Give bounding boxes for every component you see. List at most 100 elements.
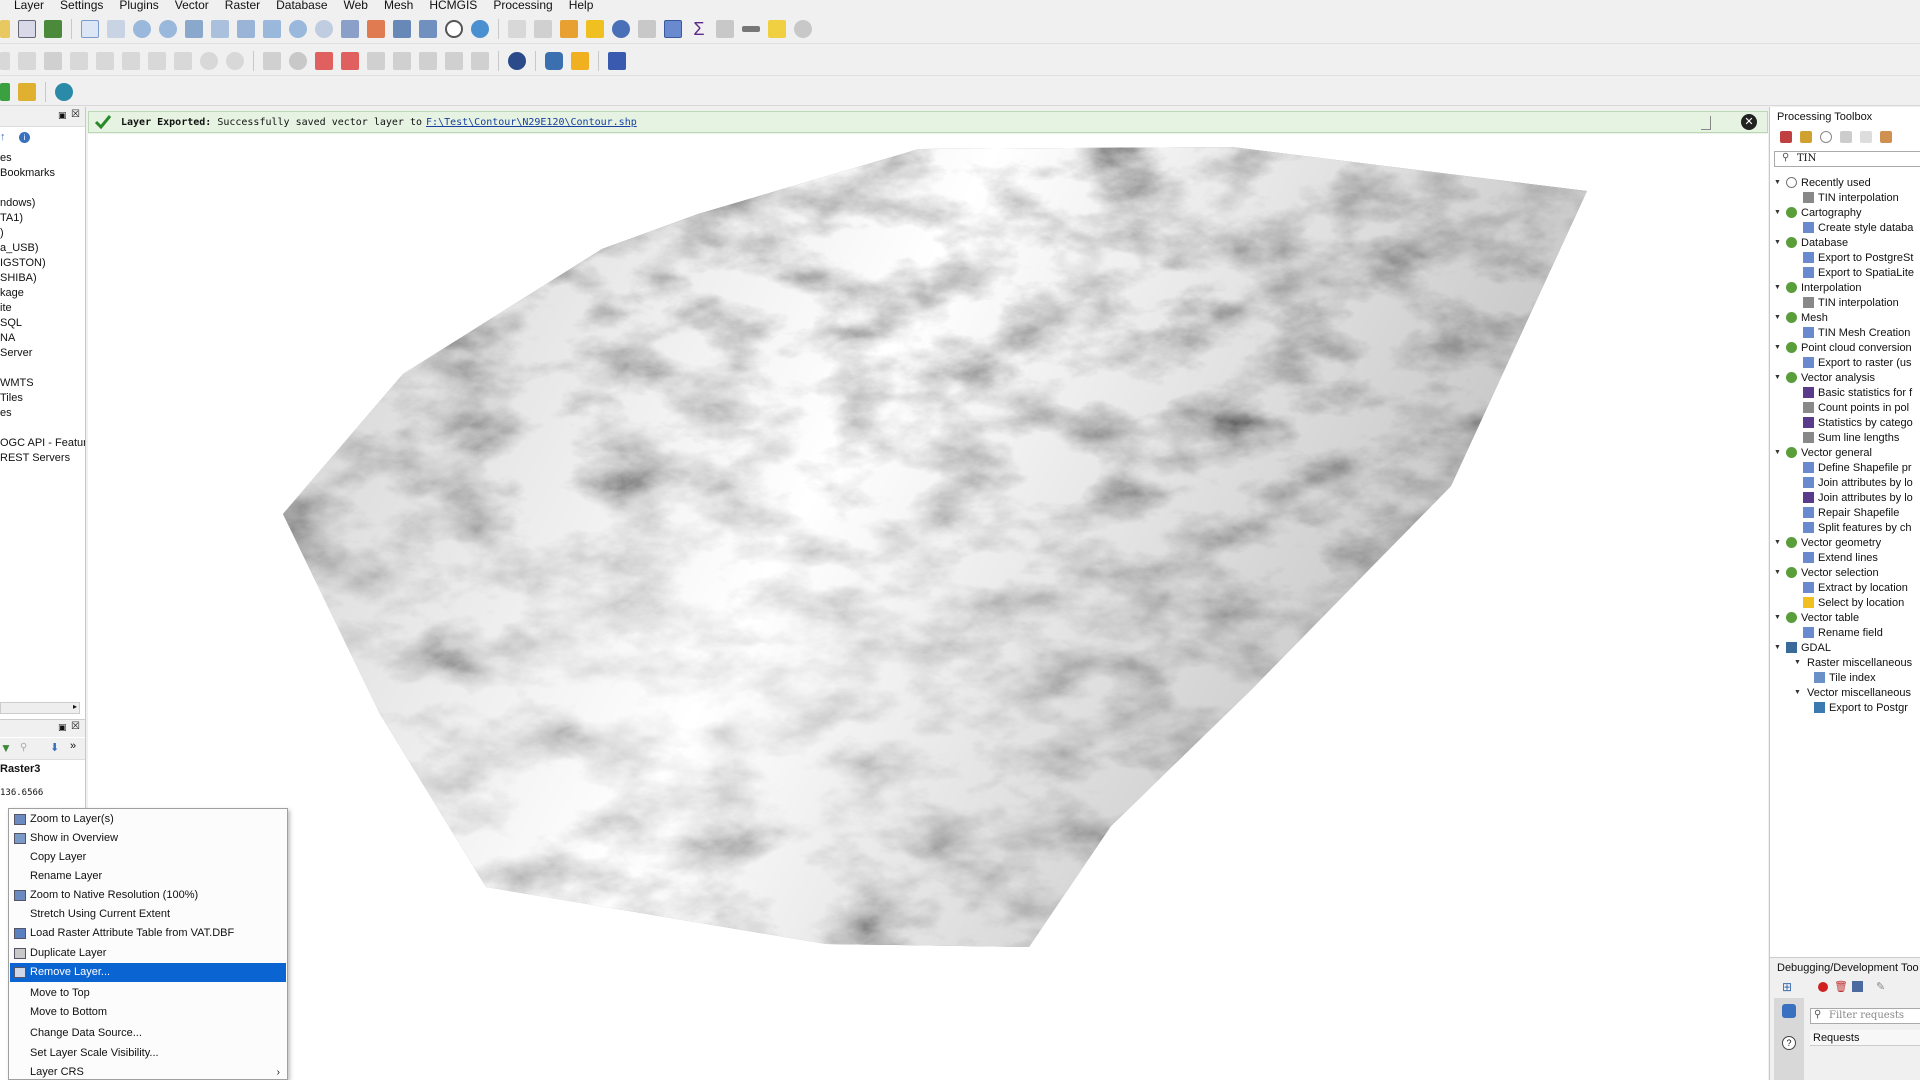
highlight-label-icon[interactable]	[315, 51, 333, 70]
browser-item[interactable]: es	[0, 406, 85, 421]
zoom-layer-icon[interactable]	[237, 19, 255, 38]
zoom-next-icon[interactable]	[315, 19, 333, 38]
new-map-view-icon[interactable]	[341, 19, 359, 38]
toolbox-algorithm[interactable]: Extend lines	[1770, 551, 1920, 565]
history-icon[interactable]	[1820, 131, 1832, 143]
zoom-native-icon[interactable]	[263, 19, 281, 38]
toolbox-algorithm[interactable]: Extract by location	[1770, 581, 1920, 595]
copy-icon[interactable]	[148, 51, 166, 70]
add-group-icon[interactable]: ⬇	[50, 741, 59, 754]
context-menu-item[interactable]: Set Layer Scale Visibility...	[10, 1044, 286, 1063]
select-location-icon[interactable]	[586, 19, 604, 38]
toolbox-group[interactable]: ▼ Vector miscellaneous	[1770, 686, 1920, 700]
context-menu-item[interactable]: Move to Bottom	[10, 1003, 286, 1022]
select-value-icon[interactable]	[534, 19, 552, 38]
expand-arrow-icon[interactable]: ▼	[1774, 176, 1781, 190]
menu-mesh[interactable]: Mesh	[376, 0, 421, 11]
toolbox-group[interactable]: ▼ Vector selection	[1770, 566, 1920, 580]
context-menu-item[interactable]: Zoom to Native Resolution (100%)	[10, 886, 286, 905]
refresh-browser-icon[interactable]: ↑	[0, 131, 6, 143]
rotate-label-icon[interactable]	[393, 51, 411, 70]
expand-arrow-icon[interactable]: ▼	[1774, 236, 1781, 250]
message-expand-icon[interactable]	[1701, 116, 1711, 130]
pin-label-icon[interactable]	[289, 51, 307, 70]
toolbox-algorithm[interactable]: Count points in pol	[1770, 401, 1920, 415]
change-label-icon[interactable]	[419, 51, 437, 70]
dock-close-icon[interactable]: ☒	[71, 109, 80, 120]
expand-arrow-icon[interactable]: ▼	[1774, 341, 1781, 355]
toolbox-group[interactable]: ▼ Cartography	[1770, 206, 1920, 220]
settings-icon[interactable]: ✎	[1876, 980, 1885, 993]
close-icon[interactable]: ✕	[1741, 114, 1757, 130]
context-menu-item[interactable]: Copy Layer	[10, 848, 286, 867]
message-file-link[interactable]: F:\Test\Contour\N29E120\Contour.shp	[426, 117, 637, 128]
edit-features-icon[interactable]	[1860, 131, 1872, 143]
toolbox-group[interactable]: ▼ Vector geometry	[1770, 536, 1920, 550]
layer-raster3[interactable]: Raster3	[0, 763, 40, 775]
label-icon[interactable]	[263, 51, 281, 70]
toolbox-algorithm[interactable]: Split features by ch	[1770, 521, 1920, 535]
browser-item[interactable]: es	[0, 151, 85, 166]
context-menu-item[interactable]: Duplicate Layer	[10, 944, 286, 963]
filter-legend-icon[interactable]: ⚲	[20, 742, 27, 753]
expand-arrow-icon[interactable]: ▼	[1774, 446, 1781, 460]
browser-item[interactable]: IGSTON)	[0, 256, 85, 271]
scroll-right-icon[interactable]: ▸	[73, 702, 77, 711]
python-console-icon[interactable]	[545, 51, 563, 70]
dock-close-icon[interactable]: ☒	[71, 721, 80, 732]
toolbox-algorithm[interactable]: Rename field	[1770, 626, 1920, 640]
toolbox-algorithm[interactable]: Basic statistics for f	[1770, 386, 1920, 400]
dock-float-icon[interactable]: ▣	[58, 722, 67, 733]
browser-item[interactable]: REST Servers	[0, 451, 85, 466]
browser-item[interactable]	[0, 421, 85, 436]
label-toolbar-icon[interactable]	[471, 51, 489, 70]
refresh-icon[interactable]	[471, 19, 489, 38]
plugin-icon[interactable]	[571, 51, 589, 70]
toolbox-algorithm[interactable]: Repair Shapefile	[1770, 506, 1920, 520]
cut-icon[interactable]	[122, 51, 140, 70]
context-menu-item[interactable]: Show in Overview	[10, 829, 286, 848]
browser-item[interactable]: SQL	[0, 316, 85, 331]
menu-database[interactable]: Database	[268, 0, 335, 11]
menu-raster[interactable]: Raster	[217, 0, 268, 11]
browser-item[interactable]: SHIBA)	[0, 271, 85, 286]
zoom-selection-icon[interactable]	[211, 19, 229, 38]
toolbox-algorithm[interactable]: Join attributes by lo	[1770, 491, 1920, 505]
context-menu-item[interactable]: Rename Layer	[10, 867, 286, 886]
browser-item[interactable]: WMTS	[0, 376, 85, 391]
menu-hcmgis[interactable]: HCMGIS	[421, 0, 485, 11]
toolbox-group[interactable]: ▼ Vector table	[1770, 611, 1920, 625]
expand-arrow-icon[interactable]: ▼	[1774, 536, 1781, 550]
browser-item[interactable]: a_USB)	[0, 241, 85, 256]
toolbox-group[interactable]: ▼ Database	[1770, 236, 1920, 250]
browser-item[interactable]	[0, 361, 85, 376]
move-label-icon[interactable]	[367, 51, 385, 70]
show-bookmarks-icon[interactable]	[419, 19, 437, 38]
edit-pencil-icon[interactable]	[0, 51, 10, 70]
statistics-icon[interactable]: Σ	[690, 20, 708, 38]
clear-icon[interactable]: 🗑	[1834, 980, 1848, 993]
plugin-teal-icon[interactable]	[55, 82, 73, 101]
annotation-icon[interactable]	[794, 19, 812, 38]
context-menu-item[interactable]: Move to Top	[10, 984, 286, 1003]
browser-item[interactable]: )	[0, 226, 85, 241]
toolbox-algorithm[interactable]: Export to PostgreSt	[1770, 251, 1920, 265]
toolbox-group[interactable]: ▼ GDAL	[1770, 641, 1920, 655]
scripts-icon[interactable]	[1800, 131, 1812, 143]
temporal-controller-icon[interactable]	[445, 19, 463, 38]
expand-arrow-icon[interactable]: ▼	[1774, 206, 1781, 220]
expand-arrow-icon[interactable]: ▼	[1774, 566, 1781, 580]
paste-icon[interactable]	[174, 51, 192, 70]
new-3d-map-icon[interactable]	[367, 19, 385, 38]
toolbox-algorithm[interactable]: TIN interpolation	[1770, 296, 1920, 310]
zoom-last-icon[interactable]	[289, 19, 307, 38]
menu-vector[interactable]: Vector	[167, 0, 217, 11]
more-icon[interactable]: »	[70, 740, 76, 752]
toolbox-group[interactable]: ▼ Recently used	[1770, 176, 1920, 190]
expand-arrow-icon[interactable]: ▼	[1774, 281, 1781, 295]
zoom-full-icon[interactable]	[185, 19, 203, 38]
browser-item[interactable]: kage	[0, 286, 85, 301]
toolbox-group[interactable]: ▼ Mesh	[1770, 311, 1920, 325]
spatial-bookmark-icon[interactable]	[393, 19, 411, 38]
expand-arrow-icon[interactable]: ▼	[1774, 311, 1781, 325]
